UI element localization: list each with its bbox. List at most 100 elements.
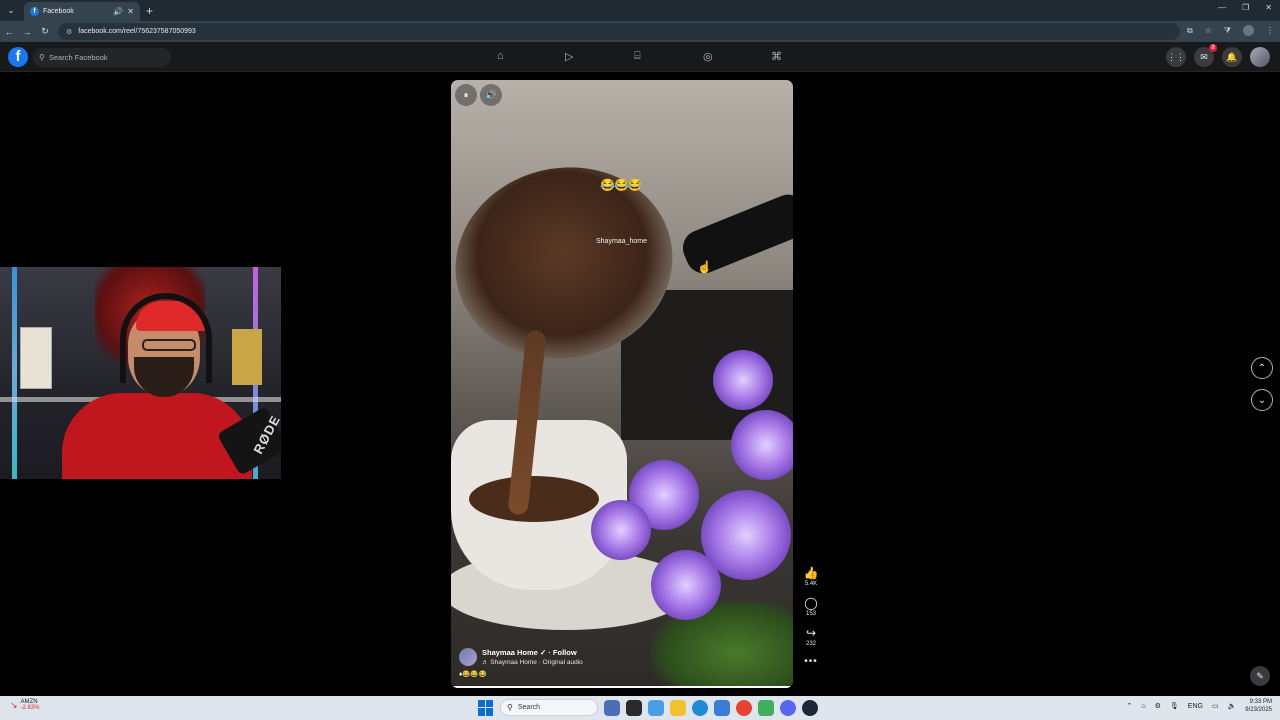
notification-badge: 8 (1209, 44, 1217, 52)
browser-toolbar-right: ⧉ ☆ ⧩ ⋮ (1187, 25, 1274, 36)
site-info-icon[interactable]: ⚙ (66, 28, 72, 36)
browser-address-bar: ← → ↻ ⚙ facebook.com/reel/75623758705099… (0, 21, 1280, 42)
video-flower (731, 410, 793, 480)
system-tray: ⌃ ⌂ ⚙ 🎙 ENG ▭ 🔈 9:33 PM 9/23/2025 (1127, 698, 1273, 714)
browser-menu-icon[interactable]: ⋮ (1266, 26, 1274, 35)
microphone-icon[interactable]: 🎙 (1170, 702, 1179, 710)
video-flower (713, 350, 773, 410)
account-avatar[interactable] (1250, 47, 1270, 67)
windows-taskbar: ↘ AMZN -2.83% ⚲ Search ⌃ ⌂ ⚙ 🎙 ENG ▭ 🔈 9… (0, 696, 1280, 720)
verified-icon: ✓ (539, 648, 547, 657)
share-button[interactable]: ↪ 232 (800, 626, 822, 647)
marketplace-icon[interactable]: ⌸ (634, 50, 641, 63)
facebook-logo[interactable]: f (8, 47, 28, 67)
file-explorer-icon[interactable] (670, 699, 686, 716)
app-icon[interactable] (758, 699, 774, 716)
gaming-icon[interactable]: ⌘ (771, 50, 782, 63)
video-flower (591, 500, 651, 560)
edge-icon[interactable] (692, 699, 708, 716)
extensions-icon[interactable]: ⧩ (1224, 26, 1231, 36)
back-button[interactable]: ← (0, 27, 18, 37)
author-avatar[interactable] (459, 648, 477, 666)
edit-icon: ✎ (1256, 670, 1264, 681)
compose-message-button[interactable]: ✎ (1250, 666, 1270, 686)
reel-actions: 👍 5.4K ◯ 153 ↪ 232 ••• (800, 566, 822, 667)
speaker-icon[interactable]: 🔈 (1228, 702, 1237, 710)
video-icon[interactable]: ▷ (565, 50, 573, 63)
chevron-down-icon: ⌄ (1257, 394, 1267, 406)
reel-video[interactable]: ⏸ 🔊 😂😂😂 Shaymaa_home ☝ Shaymaa Home ✓ · … (451, 80, 793, 688)
restore-icon[interactable]: ❐ (1242, 3, 1249, 12)
video-progress-fill (451, 686, 790, 688)
webcam-led-strip-left (12, 267, 17, 479)
windows-start-icon[interactable] (478, 699, 494, 716)
author-name[interactable]: Shaymaa Home (482, 648, 538, 657)
messenger-icon[interactable]: ✉ 8 (1194, 44, 1217, 67)
video-watermark: Shaymaa_home (596, 238, 647, 245)
menu-grid-icon[interactable]: ⋮⋮ (1166, 47, 1186, 67)
previous-reel-button[interactable]: ⌃ (1251, 357, 1273, 379)
share-icon: ↪ (805, 626, 817, 640)
language-indicator[interactable]: ENG (1188, 703, 1203, 710)
video-progress-bar[interactable] (451, 686, 793, 688)
video-flower (651, 550, 721, 620)
url-text: facebook.com/reel/756237587050993 (78, 28, 196, 35)
stock-down-arrow-icon: ↘ (10, 699, 18, 710)
tab-title: Facebook (43, 8, 74, 15)
forward-button[interactable]: → (18, 27, 36, 37)
like-button[interactable]: 👍 5.4K (800, 566, 822, 587)
stock-widget[interactable]: ↘ AMZN -2.83% (10, 699, 40, 711)
stock-change: -2.83% (20, 705, 40, 711)
volume-icon[interactable]: 🔊 (480, 84, 502, 106)
facebook-header-right: ⋮⋮ ✉ 8 🔔 (1166, 44, 1270, 67)
discord-icon[interactable] (780, 699, 796, 716)
url-field[interactable]: ⚙ facebook.com/reel/756237587050993 (58, 23, 1180, 40)
webcam-shelf-box (232, 329, 262, 385)
new-tab-button[interactable]: + (146, 4, 153, 18)
reel-author: Shaymaa Home ✓ · Follow ♬ Shaymaa Home ·… (459, 648, 583, 666)
steam-icon[interactable] (802, 699, 818, 716)
cast-icon[interactable]: ⧉ (1187, 26, 1193, 36)
display-icon[interactable]: ▭ (1212, 702, 1219, 710)
bookmark-star-icon[interactable]: ☆ (1205, 26, 1212, 35)
comment-icon: ◯ (804, 596, 818, 610)
home-icon[interactable]: ⌂ (497, 50, 504, 62)
webcam-overlay: RØDE (0, 267, 281, 479)
network-icon[interactable]: ⌂ (1141, 703, 1145, 710)
browser-tab-facebook[interactable]: f Facebook 🔊 ✕ (24, 2, 140, 21)
more-options-button[interactable]: ••• (800, 656, 822, 667)
facebook-header: f ⚲ Search Facebook ⌂ ▷ ⌸ ◎ ⌘ ⋮⋮ ✉ 8 🔔 (0, 42, 1280, 72)
taskbar-search[interactable]: ⚲ Search (500, 699, 598, 716)
copilot-icon[interactable] (648, 699, 664, 716)
search-icon: ⚲ (39, 53, 45, 62)
clock[interactable]: 9:33 PM 9/23/2025 (1245, 698, 1272, 714)
chrome-icon[interactable] (736, 699, 752, 716)
video-cup-coffee (469, 476, 599, 522)
browser-profile-avatar[interactable] (1243, 25, 1254, 36)
tray-app-icon[interactable]: ⚙ (1155, 702, 1161, 710)
pause-icon[interactable]: ⏸ (455, 84, 477, 106)
tab-close-icon[interactable]: ✕ (127, 7, 134, 16)
mouse-cursor-icon: ☝ (697, 260, 712, 274)
reel-caption: ♦😂😂😂 (459, 671, 487, 678)
follow-link[interactable]: · Follow (548, 648, 576, 657)
audio-link[interactable]: ♬ Shaymaa Home · Original audio (482, 659, 583, 666)
tab-list-button[interactable]: ⌄ (2, 2, 20, 20)
facebook-search-input[interactable]: ⚲ Search Facebook (33, 48, 171, 67)
groups-icon[interactable]: ◎ (703, 50, 713, 63)
chevron-up-icon: ⌃ (1257, 362, 1267, 374)
webcam-shelf-box (20, 327, 52, 389)
widgets-icon[interactable] (626, 699, 642, 716)
notifications-bell-icon[interactable]: 🔔 (1222, 47, 1242, 67)
clock-time: 9:33 PM (1249, 699, 1272, 705)
comment-button[interactable]: ◯ 153 (800, 596, 822, 617)
clock-date: 9/23/2025 (1245, 707, 1272, 713)
tab-audio-icon[interactable]: 🔊 (113, 7, 123, 16)
task-view-icon[interactable] (604, 699, 620, 716)
store-icon[interactable] (714, 699, 730, 716)
next-reel-button[interactable]: ⌄ (1251, 389, 1273, 411)
tray-chevron-icon[interactable]: ⌃ (1127, 702, 1133, 710)
minimize-icon[interactable]: — (1218, 3, 1226, 12)
reload-button[interactable]: ↻ (36, 26, 54, 37)
window-close-icon[interactable]: ✕ (1265, 3, 1272, 12)
